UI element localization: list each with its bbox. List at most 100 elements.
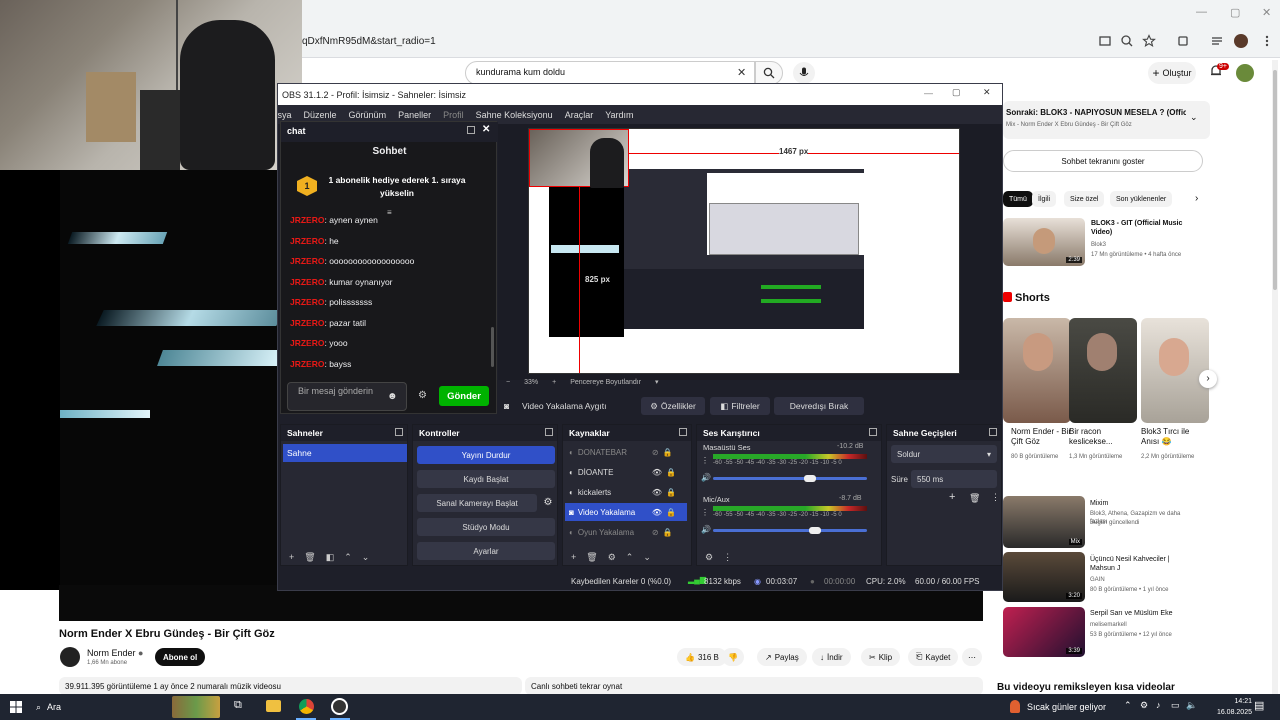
more-actions-button[interactable]: ⋯ [962, 648, 982, 666]
show-chat-button[interactable]: Sohbet tekranını goster [1003, 150, 1203, 172]
menu-help[interactable]: Yardım [605, 110, 633, 120]
gear-icon[interactable]: ⚙ [705, 552, 713, 563]
tray-chevron-icon[interactable]: ⌃ [1124, 700, 1132, 711]
video-title[interactable]: BLOK3 - GIT (Official Music Video) [1091, 219, 1183, 237]
add-icon[interactable]: + [289, 552, 294, 562]
obs-close-icon[interactable]: ✕ [983, 87, 991, 98]
chip-related[interactable]: İlgili [1032, 191, 1057, 207]
download-button[interactable]: ↓ İndir [812, 648, 851, 666]
menu-scene-collection[interactable]: Sahne Koleksiyonu [476, 110, 553, 120]
voice-search-button[interactable] [793, 62, 815, 84]
obs-taskbar-icon[interactable] [331, 698, 348, 715]
mix-title[interactable]: Mixim [1090, 499, 1182, 508]
up-arrow-icon[interactable]: ⌃ [626, 552, 634, 563]
undock-icon[interactable] [545, 428, 553, 436]
close-icon[interactable]: ✕ [1262, 6, 1271, 19]
undock-icon[interactable] [679, 428, 687, 436]
obs-minimize-icon[interactable]: — [924, 88, 933, 98]
install-icon[interactable] [1098, 34, 1112, 48]
taskbar-search[interactable]: ⌕ Ara [36, 694, 61, 720]
channel-avatar[interactable] [60, 647, 80, 667]
obs-preview-canvas[interactable]: 1467 px 825 px [528, 128, 960, 374]
eye-icon[interactable]: 👁 [652, 468, 662, 477]
short-title[interactable]: Blok3 Tırcı ile Anısı 😂 [1141, 427, 1209, 447]
volume-icon[interactable]: 🔈 [1186, 700, 1197, 711]
video-title[interactable]: Üçüncü Nesil Kahveciler | Mahsun J [1090, 555, 1182, 573]
volume-slider[interactable] [713, 529, 867, 532]
chevron-down-icon[interactable]: ⌄ [1190, 112, 1198, 123]
obs-maximize-icon[interactable]: ▢ [952, 87, 961, 98]
zoom-in-icon[interactable]: + [552, 379, 556, 386]
chat-username[interactable]: JRZERO [290, 236, 324, 246]
reading-list-icon[interactable] [1210, 34, 1224, 48]
zoom-icon[interactable] [1120, 34, 1134, 48]
up-arrow-icon[interactable]: ⌃ [344, 552, 352, 563]
video-thumbnail[interactable]: 3:20 [1003, 552, 1085, 602]
expand-icon[interactable]: ≡ [387, 208, 392, 217]
settings-button[interactable]: Ayarlar [417, 542, 555, 560]
task-view-icon[interactable]: ⧉ [234, 699, 242, 712]
subscribe-button[interactable]: Abone ol [155, 648, 206, 666]
fit-to-window[interactable]: Pencereye Boyutlandır [570, 379, 641, 386]
chat-username[interactable]: JRZERO [290, 277, 324, 287]
youtube-search-input[interactable]: kundurama kum doldu [465, 61, 755, 85]
source-item[interactable]: ◐ DİOANTE 👁 🔒 [565, 463, 687, 481]
source-item-selected[interactable]: ◙ Video Yakalama 👁 🔒 [565, 503, 687, 521]
menu-docks[interactable]: Paneller [398, 110, 431, 120]
save-button[interactable]: ⎗ Kaydet [908, 648, 959, 666]
page-scrollbar[interactable] [1272, 60, 1278, 694]
share-button[interactable]: ↗ Paylaş [757, 648, 807, 666]
taskbar-clock[interactable]: 14:21 16.08.2025 [1217, 696, 1252, 718]
shorts-next-button[interactable]: › [1199, 370, 1217, 388]
menu-profile[interactable]: Profil [443, 110, 464, 120]
up-next-panel[interactable] [1003, 101, 1210, 139]
scrollbar-thumb[interactable] [1273, 70, 1277, 290]
lock-icon[interactable]: 🔒 [666, 468, 676, 477]
source-item[interactable]: ◐ DONATEBAR ⊘ 🔒 [565, 443, 687, 461]
create-button[interactable]: + Oluştur [1148, 62, 1196, 84]
more-icon[interactable]: ⋮ [991, 492, 1000, 503]
dropdown-caret-icon[interactable]: ▾ [655, 378, 659, 386]
trash-icon[interactable]: 🗑 [304, 552, 315, 563]
chat-username[interactable]: JRZERO [290, 215, 324, 225]
filters-button[interactable]: ◧ Filtreler [710, 397, 770, 415]
volume-slider[interactable] [713, 477, 867, 480]
volume-slider-knob[interactable] [804, 475, 816, 482]
bookmark-star-icon[interactable] [1142, 34, 1156, 48]
clip-button[interactable]: ✂ Klip [861, 648, 901, 666]
video-player[interactable] [0, 170, 282, 590]
virtual-camera-settings-icon[interactable]: ⚙ [541, 494, 555, 512]
duration-input[interactable]: 550 ms [911, 470, 997, 488]
volume-slider-knob[interactable] [809, 527, 821, 534]
chip-for-you[interactable]: Size özel [1064, 191, 1105, 207]
transition-select[interactable]: Soldur ▾ [891, 445, 997, 463]
chrome-icon[interactable] [299, 699, 314, 714]
minimize-icon[interactable]: — [1196, 6, 1207, 18]
youtube-account-avatar[interactable] [1236, 64, 1254, 82]
tray-app-icon[interactable]: ⚙ [1140, 700, 1148, 711]
network-icon[interactable]: ▭ [1171, 700, 1180, 711]
eye-icon[interactable]: 👁 [652, 508, 662, 517]
studio-mode-button[interactable]: Stüdyo Modu [417, 518, 555, 536]
trash-icon[interactable]: 🗑 [969, 493, 980, 504]
weather-icon[interactable] [1010, 700, 1020, 713]
short-title[interactable]: Bir racon keslicekse... [1069, 427, 1137, 447]
chat-username[interactable]: JRZERO [290, 318, 324, 328]
pinned-message[interactable]: 1 1 abonelik hediye ederek 1. sıraya yük… [287, 166, 493, 217]
short-thumbnail[interactable] [1141, 318, 1209, 423]
address-bar[interactable]: qDxfNmR95dM&start_radio=1 [302, 36, 436, 47]
mix-thumbnail[interactable]: Mix [1003, 496, 1085, 548]
more-icon[interactable]: ⋮ [723, 552, 732, 563]
add-icon[interactable]: + [949, 491, 955, 503]
weather-text[interactable]: Sıcak günler geliyor [1027, 702, 1106, 712]
menu-file[interactable]: Dosya [278, 110, 292, 120]
lock-icon[interactable]: 🔒 [663, 528, 673, 537]
profile-avatar[interactable] [1234, 34, 1248, 48]
video-title[interactable]: Serpil Sarı ve Müslüm Eke [1090, 609, 1182, 618]
source-item[interactable]: ◐ kickalerts 👁 🔒 [565, 483, 687, 501]
short-thumbnail[interactable] [1069, 318, 1137, 423]
menu-tools[interactable]: Araçlar [565, 110, 594, 120]
emoji-icon[interactable]: ☻ [387, 391, 398, 402]
extensions-icon[interactable] [1176, 34, 1190, 48]
search-highlight-image[interactable] [172, 696, 220, 718]
